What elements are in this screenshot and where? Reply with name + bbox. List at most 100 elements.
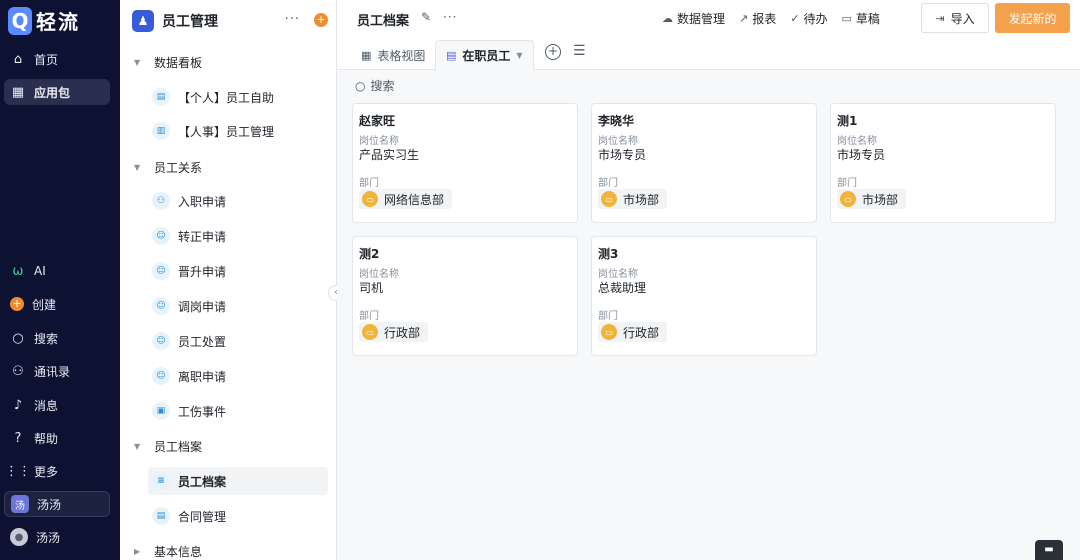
sidebar-item-label: 【人事】员工管理 (178, 124, 275, 139)
reports-button[interactable]: ↗ 报表 (739, 10, 776, 27)
new-submission-button[interactable]: 发起新的 (995, 3, 1070, 33)
sidebar-item-disciplinary[interactable]: ☺ 员工处置 (148, 327, 328, 355)
import-button[interactable]: ⇥ 导入 (921, 3, 989, 33)
add-icon[interactable]: + (314, 13, 328, 27)
group-dashboard[interactable]: ▼ 数据看板 (134, 51, 202, 73)
import-icon: ⇥ (935, 11, 945, 25)
rail-item-help[interactable]: ? 帮助 (4, 425, 110, 451)
wrench-icon[interactable]: ✎ (421, 10, 431, 24)
brand-logo: Q (8, 6, 32, 35)
import-label: 导入 (950, 11, 975, 26)
position-value: 产品实习生 (359, 148, 420, 162)
table-icon: ▦ (361, 48, 372, 62)
tab-table-view[interactable]: ▦ 表格视图 (351, 40, 435, 70)
sidebar-item-transfer[interactable]: ☺ 调岗申请 (148, 292, 328, 320)
group-employee-files[interactable]: ▼ 员工档案 (134, 435, 202, 457)
user-icon: ☺ (152, 227, 170, 245)
employee-card[interactable]: 李晓华 岗位名称 市场专员 部门 ▭ 市场部 (591, 103, 817, 223)
more-icon[interactable]: ··· (443, 10, 457, 24)
department-value: 行政部 (623, 325, 660, 340)
ai-icon: ω (12, 263, 24, 279)
add-view-button[interactable]: + (545, 44, 561, 60)
rail-item-label: AI (34, 264, 46, 278)
check-circle-icon: ✓ (790, 12, 800, 25)
sidebar-item-hr-management[interactable]: ▥ 【人事】员工管理 (148, 117, 328, 145)
group-basic-info[interactable]: ▶ 基本信息 (134, 540, 202, 560)
app-icon: ♟ (132, 10, 154, 32)
sidebar-item-promotion[interactable]: ☺ 晋升申请 (148, 257, 328, 285)
action-label: 数据管理 (677, 12, 726, 26)
data-management-button[interactable]: ☁ 数据管理 (662, 10, 725, 27)
position-value: 市场专员 (598, 148, 647, 162)
sidebar-item-confirmation[interactable]: ☺ 转正申请 (148, 222, 328, 250)
group-label: 员工关系 (154, 160, 203, 175)
employee-card[interactable]: 测3 岗位名称 总裁助理 部门 ▭ 行政部 (591, 236, 817, 356)
inbox-icon: ▭ (841, 12, 852, 25)
header-actions: ☁ 数据管理 ↗ 报表 ✓ 待办 ▭ 草稿 (662, 10, 880, 27)
sidebar-item-personal-self-service[interactable]: ▤ 【个人】员工自助 (148, 83, 328, 111)
department-tag: ▭ 市场部 (837, 189, 907, 209)
chevron-down-icon[interactable]: ▼ (516, 51, 522, 60)
sidebar-item-resignation[interactable]: ☺ 离职申请 (148, 362, 328, 390)
rail-item-apps[interactable]: ▦ 应用包 (4, 79, 110, 105)
sidebar-item-employee-files[interactable]: ≡ 员工档案 (148, 467, 328, 495)
page-header: 员工档案 ✎ ··· ☁ 数据管理 ↗ 报表 ✓ 待办 ▭ 草稿 ⇥ 导入 发起… (337, 0, 1080, 36)
employee-name: 李晓华 (598, 114, 635, 128)
rail-item-contacts[interactable]: ⚇ 通讯录 (4, 358, 110, 384)
caret-down-icon: ▼ (134, 162, 141, 172)
employee-card[interactable]: 赵家旺 岗位名称 产品实习生 部门 ▭ 网络信息部 (352, 103, 578, 223)
sidebar-item-work-injury[interactable]: ▣ 工伤事件 (148, 397, 328, 425)
sidebar-item-label: 合同管理 (178, 509, 227, 524)
sidebar-item-label: 员工档案 (178, 474, 227, 489)
list-icon[interactable]: ☰ (573, 43, 586, 59)
sidebar-item-label: 调岗申请 (178, 299, 227, 314)
drafts-button[interactable]: ▭ 草稿 (841, 10, 879, 27)
rail-item-search[interactable]: ○ 搜索 (4, 325, 110, 351)
department-value: 行政部 (384, 325, 421, 340)
document-icon: ▤ (152, 507, 170, 525)
rail-item-label: 汤汤 (36, 530, 61, 545)
search-input[interactable]: ○ 搜索 (355, 77, 395, 94)
rail-item-label: 更多 (34, 464, 59, 479)
rail-item-ai[interactable]: ω AI (4, 258, 110, 284)
sidebar-item-label: 晋升申请 (178, 264, 227, 279)
app-rail: Q 轻流 ⌂ 首页 ▦ 应用包 ω AI + 创建 ○ 搜索 ⚇ 通讯录 ♪ 消… (0, 0, 120, 560)
rail-item-home[interactable]: ⌂ 首页 (4, 46, 110, 72)
sidebar-item-contracts[interactable]: ▤ 合同管理 (148, 502, 328, 530)
department-icon: ▭ (601, 324, 617, 340)
caret-down-icon: ▼ (134, 57, 141, 67)
rail-item-more[interactable]: ⋮⋮ 更多 (4, 458, 110, 484)
sidebar-item-onboarding[interactable]: ⚇ 入职申请 (148, 187, 328, 215)
position-label: 岗位名称 (598, 136, 638, 147)
position-value: 司机 (359, 281, 384, 295)
chat-icon[interactable]: ▬ (1035, 540, 1063, 560)
rail-item-workspace[interactable]: 汤 汤汤 (4, 491, 110, 517)
sidebar-item-label: 转正申请 (178, 229, 227, 244)
rail-item-label: 帮助 (34, 431, 59, 446)
employee-name: 测3 (598, 247, 619, 261)
card-view-icon: ▤ (446, 49, 457, 62)
sidebar-item-label: 工伤事件 (178, 404, 227, 419)
rail-item-create[interactable]: + 创建 (4, 291, 110, 317)
employee-name: 赵家旺 (359, 114, 396, 128)
position-label: 岗位名称 (598, 269, 638, 280)
caret-down-icon: ▼ (134, 441, 141, 451)
more-icon[interactable]: ··· (285, 12, 300, 27)
group-employee-relations[interactable]: ▼ 员工关系 (134, 156, 202, 178)
rail-item-label: 首页 (34, 52, 59, 67)
rail-item-messages[interactable]: ♪ 消息 (4, 392, 110, 418)
plus-circle-icon: + (10, 297, 24, 311)
user-icon: ☺ (152, 367, 170, 385)
cloud-icon: ☁ (662, 12, 673, 25)
group-label: 员工档案 (154, 439, 203, 454)
department-label: 部门 (598, 178, 618, 189)
employee-card[interactable]: 测1 岗位名称 市场专员 部门 ▭ 市场部 (830, 103, 1056, 223)
todo-button[interactable]: ✓ 待办 (790, 10, 827, 27)
view-tabs: ▦ 表格视图 ▤ 在职员工 ▼ + ☰ (337, 36, 1080, 70)
report-icon: ▤ (152, 88, 170, 106)
position-value: 市场专员 (837, 148, 886, 162)
brand[interactable]: Q 轻流 (8, 6, 80, 35)
employee-card[interactable]: 测2 岗位名称 司机 部门 ▭ 行政部 (352, 236, 578, 356)
tab-active-employees[interactable]: ▤ 在职员工 ▼ (435, 40, 534, 70)
rail-item-profile[interactable]: ● 汤汤 (4, 524, 110, 550)
